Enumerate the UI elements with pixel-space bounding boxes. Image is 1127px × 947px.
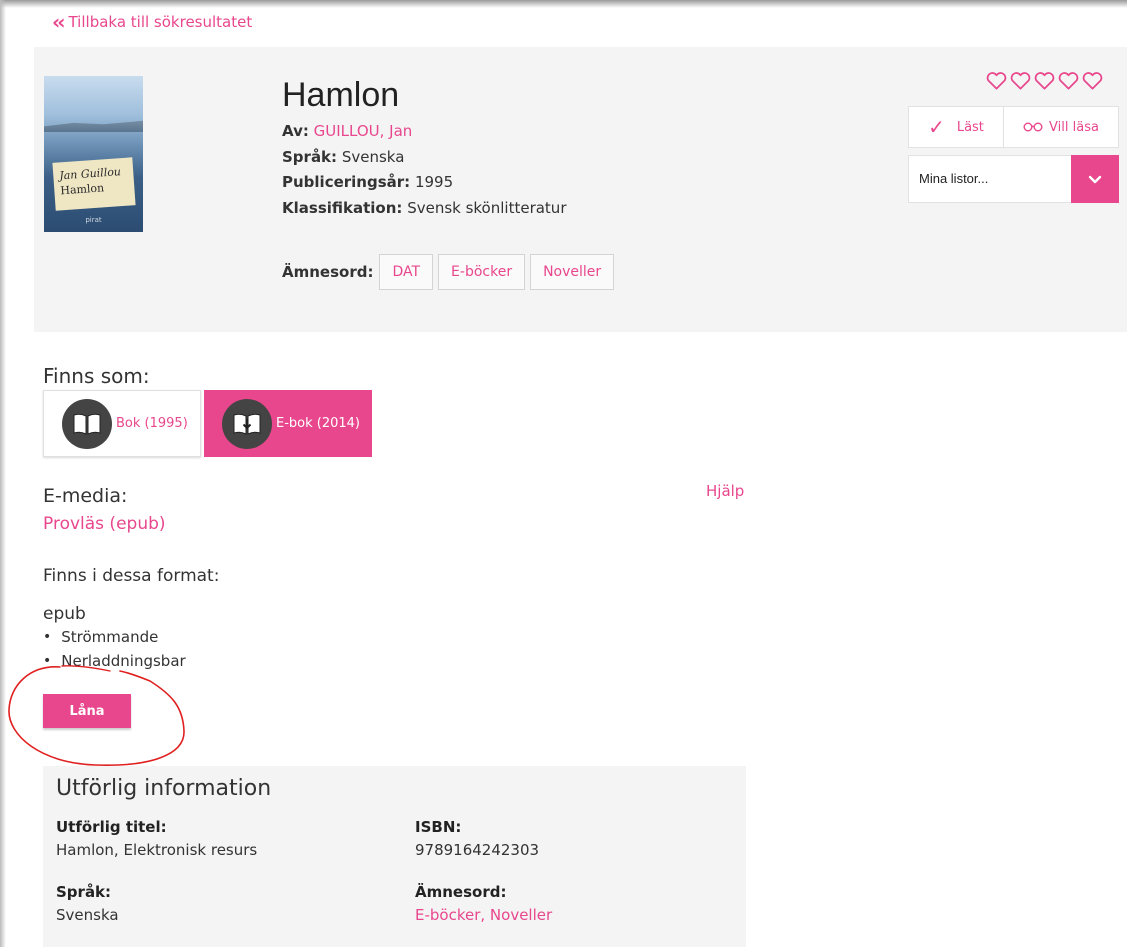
double-chevron-left-icon: ‹‹ (52, 10, 66, 34)
available-as-heading: Finns som: (43, 364, 150, 388)
heart-outline-icon[interactable] (1033, 70, 1056, 92)
subject-tag[interactable]: Noveller (530, 254, 615, 290)
format-name: epub (43, 604, 86, 624)
subject-tag[interactable]: E-böcker (438, 254, 526, 290)
want-to-read-label: Vill läsa (1049, 119, 1099, 135)
checkmark-icon: ✓ (928, 115, 945, 139)
full-title-label: Utförlig titel: (56, 818, 167, 836)
full-title-value: Hamlon, Elektronisk resurs (56, 841, 258, 859)
subject-tags: Ämnesord: DAT E-böcker Noveller (282, 253, 619, 291)
heart-outline-icon[interactable] (1009, 70, 1032, 92)
heart-outline-icon[interactable] (1081, 70, 1104, 92)
language-label: Språk: (282, 148, 338, 166)
heart-outline-icon[interactable] (985, 70, 1008, 92)
emedia-heading: E-media: (43, 485, 128, 507)
my-lists-dropdown[interactable]: Mina listor... (908, 155, 1119, 203)
format-book-label: Bok (1995) (116, 416, 188, 431)
year-row: Publiceringsår: 1995 (282, 173, 453, 191)
dropdown-toggle[interactable] (1071, 155, 1119, 203)
language-row: Språk: Svenska (282, 148, 404, 166)
help-link[interactable]: Hjälp (706, 482, 744, 500)
heart-outline-icon[interactable] (1057, 70, 1080, 92)
format-icon-circle (62, 398, 112, 449)
subject-tag[interactable]: DAT (379, 254, 434, 290)
ebook-download-icon (233, 413, 261, 435)
list-item: Nerladdningsbar (43, 649, 185, 673)
author-link[interactable]: GUILLOU, Jan (314, 122, 413, 140)
details-subjects-label: Ämnesord: (415, 883, 507, 901)
format-ebook-card[interactable]: E-bok (2014) (204, 390, 372, 457)
read-status-group: ✓ Läst Vill läsa (908, 106, 1119, 148)
classification-label: Klassifikation: (282, 199, 403, 217)
year-value: 1995 (414, 173, 454, 191)
format-options-list: Strömmande Nerladdningsbar (43, 625, 186, 673)
format-book-card[interactable]: Bok (1995) (43, 390, 201, 457)
book-title: Hamlon (282, 76, 400, 114)
format-ebook-label: E-bok (2014) (276, 416, 360, 431)
isbn-value: 9789164242303 (415, 841, 540, 859)
author-row: Av: GUILLOU, Jan (282, 122, 412, 140)
cover-landscape (44, 120, 143, 132)
list-item: Strömmande (43, 625, 186, 649)
glasses-icon (1023, 122, 1043, 132)
loan-button[interactable]: Låna (43, 694, 131, 728)
chevron-down-icon (1088, 175, 1102, 183)
book-cover-image: Jan Guillou Hamlon pirat (44, 76, 143, 232)
window-edge-top (0, 0, 1127, 8)
preview-epub-link[interactable]: Provläs (epub) (43, 514, 166, 534)
cover-title-label: Jan Guillou Hamlon (52, 157, 136, 211)
back-to-results-link[interactable]: ‹‹ Tillbaka till sökresultatet (52, 12, 252, 32)
classification-row: Klassifikation: Svensk skönlitteratur (282, 199, 566, 217)
details-language-value: Svenska (56, 906, 119, 924)
my-lists-placeholder: Mina listor... (919, 171, 989, 186)
detailed-info-heading: Utförlig information (56, 776, 272, 801)
author-label: Av: (282, 122, 309, 140)
back-link-label: Tillbaka till sökresultatet (68, 13, 253, 31)
want-to-read-button[interactable]: Vill läsa (1004, 107, 1118, 147)
rating-hearts (985, 70, 1105, 92)
details-subjects-links[interactable]: E-böcker, Noveller (415, 906, 552, 924)
classification-value: Svensk skönlitteratur (407, 199, 567, 217)
subjects-label: Ämnesord: (282, 263, 374, 281)
mark-read-button[interactable]: ✓ Läst (909, 107, 1004, 147)
language-value: Svenska (341, 148, 405, 166)
page: ‹‹ Tillbaka till sökresultatet Jan Guill… (0, 0, 1127, 947)
cover-publisher: pirat (85, 216, 102, 224)
isbn-label: ISBN: (415, 818, 462, 836)
year-label: Publiceringsår: (282, 173, 411, 191)
window-edge-left (0, 0, 6, 947)
formats-heading: Finns i dessa format: (43, 566, 220, 586)
book-open-icon (73, 413, 101, 435)
mark-read-label: Läst (956, 119, 984, 135)
format-icon-circle (222, 398, 272, 449)
details-language-label: Språk: (56, 883, 112, 901)
